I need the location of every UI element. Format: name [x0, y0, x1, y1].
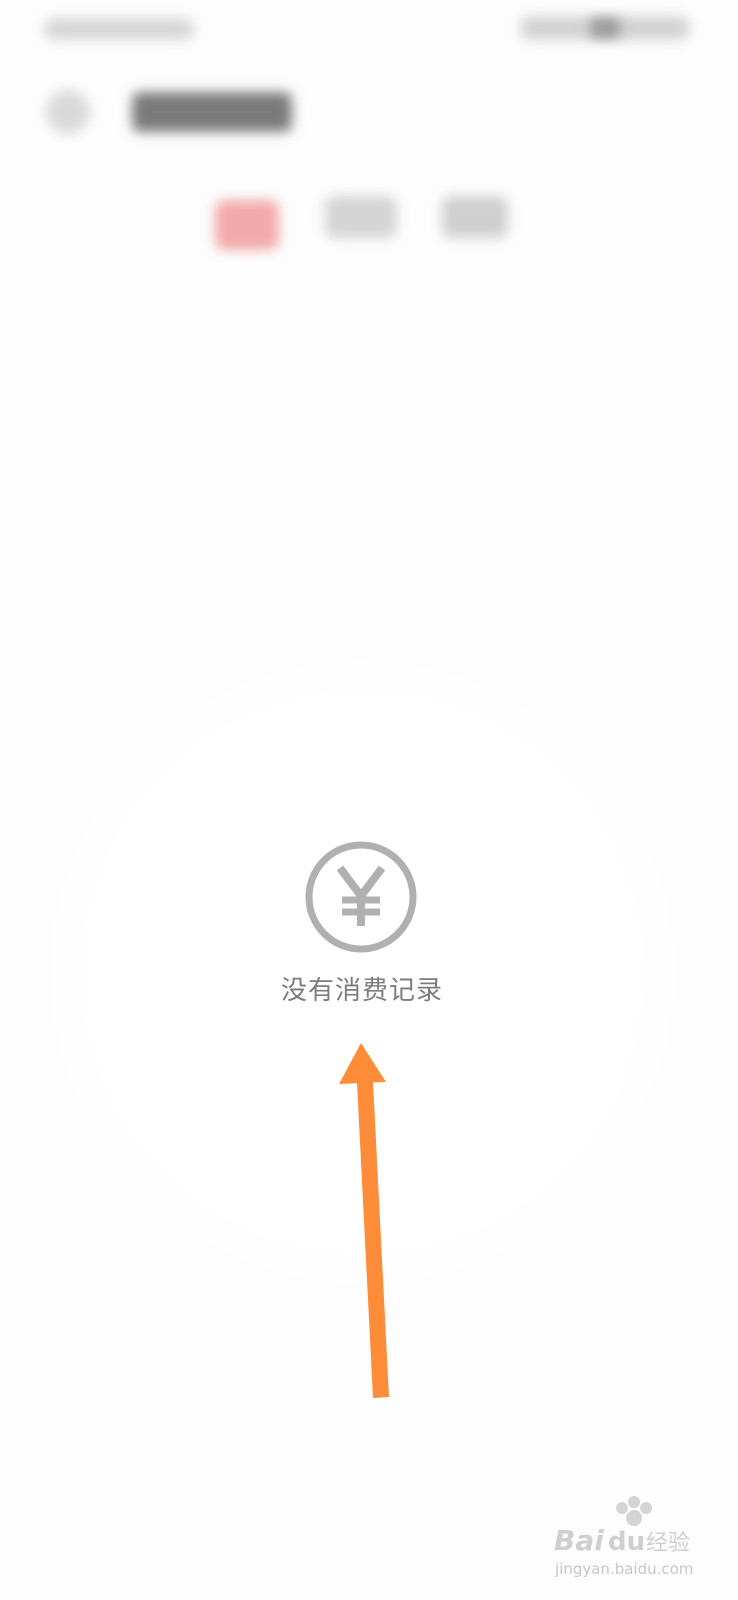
tab-second[interactable]: [325, 196, 397, 238]
watermark-url: jingyan.baidu.com: [555, 1560, 694, 1578]
svg-text:du: du: [608, 1527, 645, 1557]
tab-active[interactable]: [215, 200, 279, 250]
tab-third[interactable]: [442, 196, 508, 238]
yen-circle-icon: [305, 841, 417, 953]
back-button[interactable]: [46, 90, 90, 134]
svg-text:Bai: Bai: [554, 1524, 604, 1557]
page-title: [132, 92, 292, 132]
baidu-jingyan-logo-icon: Bai du 经验: [554, 1496, 690, 1557]
empty-state-message: 没有消费记录: [280, 976, 443, 1006]
consumption-records-page: 没有消费记录 Bai du 经验 jingyan.baidu.com: [0, 0, 738, 1600]
battery-icon: [590, 18, 620, 38]
svg-text:经验: 经验: [646, 1531, 690, 1556]
status-bar-time: [44, 18, 194, 40]
